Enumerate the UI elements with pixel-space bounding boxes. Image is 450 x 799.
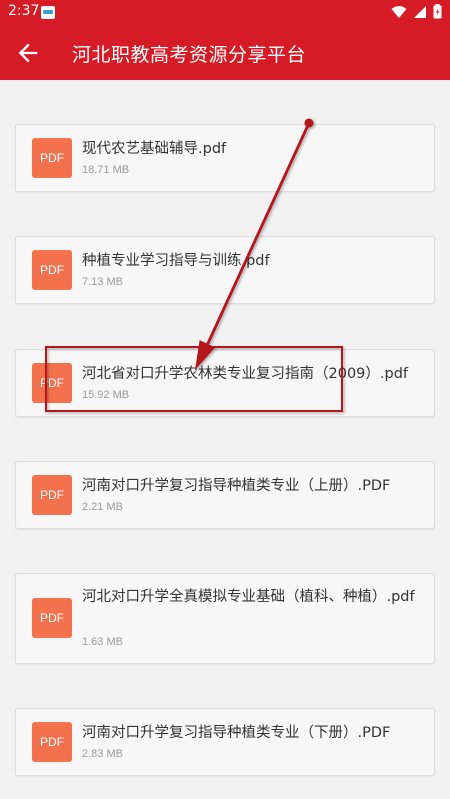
file-size: 7.13 MB — [82, 276, 123, 288]
file-name: 现代农艺基础辅导.pdf — [82, 141, 227, 157]
file-name: 河北省对口升学农林类专业复习指南（2009）.pdf — [82, 366, 409, 382]
file-size: 2.21 MB — [82, 501, 123, 513]
pdf-file-icon: PDF — [32, 598, 72, 638]
file-size: 18.71 MB — [82, 164, 130, 176]
app-notification-icon — [41, 6, 55, 19]
file-size: 2.83 MB — [82, 748, 123, 760]
file-item-0[interactable]: PDF 现代农艺基础辅导.pdf 18.71 MB — [15, 124, 435, 192]
file-name: 河南对口升学复习指导种植类专业（上册）.PDF — [82, 478, 391, 494]
wifi-icon — [391, 5, 407, 18]
file-item-3[interactable]: PDF 河南对口升学复习指导种植类专业（上册）.PDF 2.21 MB — [15, 461, 435, 529]
signal-icon — [414, 5, 426, 18]
app-bar: 河北职教高考资源分享平台 — [0, 26, 450, 80]
pdf-file-icon: PDF — [32, 722, 72, 762]
file-item-4[interactable]: PDF 河北对口升学全真模拟专业基础（植科、种植）.pdf 1.63 MB — [15, 573, 435, 664]
file-size: 15.92 MB — [82, 389, 130, 401]
file-name: 河北对口升学全真模拟专业基础（植科、种植）.pdf — [82, 589, 415, 605]
battery-icon — [433, 4, 442, 19]
file-item-2[interactable]: PDF 河北省对口升学农林类专业复习指南（2009）.pdf 15.92 MB — [15, 349, 435, 417]
pdf-file-icon: PDF — [32, 363, 72, 403]
status-bar: 2:37 — [0, 0, 450, 26]
status-time: 2:37 — [8, 3, 40, 19]
arrow-left-icon[interactable] — [14, 39, 42, 67]
pdf-file-icon: PDF — [32, 475, 72, 515]
file-name: 河南对口升学复习指导种植类专业（下册）.PDF — [82, 725, 391, 741]
pdf-file-icon: PDF — [32, 138, 72, 178]
file-item-5[interactable]: PDF 河南对口升学复习指导种植类专业（下册）.PDF 2.83 MB — [15, 708, 435, 776]
status-icons — [391, 4, 442, 19]
file-size: 1.63 MB — [82, 636, 123, 648]
file-name: 种植专业学习指导与训练.pdf — [82, 253, 270, 269]
pdf-file-icon: PDF — [32, 250, 72, 290]
page-title: 河北职教高考资源分享平台 — [72, 44, 307, 66]
file-item-1[interactable]: PDF 种植专业学习指导与训练.pdf 7.13 MB — [15, 236, 435, 304]
